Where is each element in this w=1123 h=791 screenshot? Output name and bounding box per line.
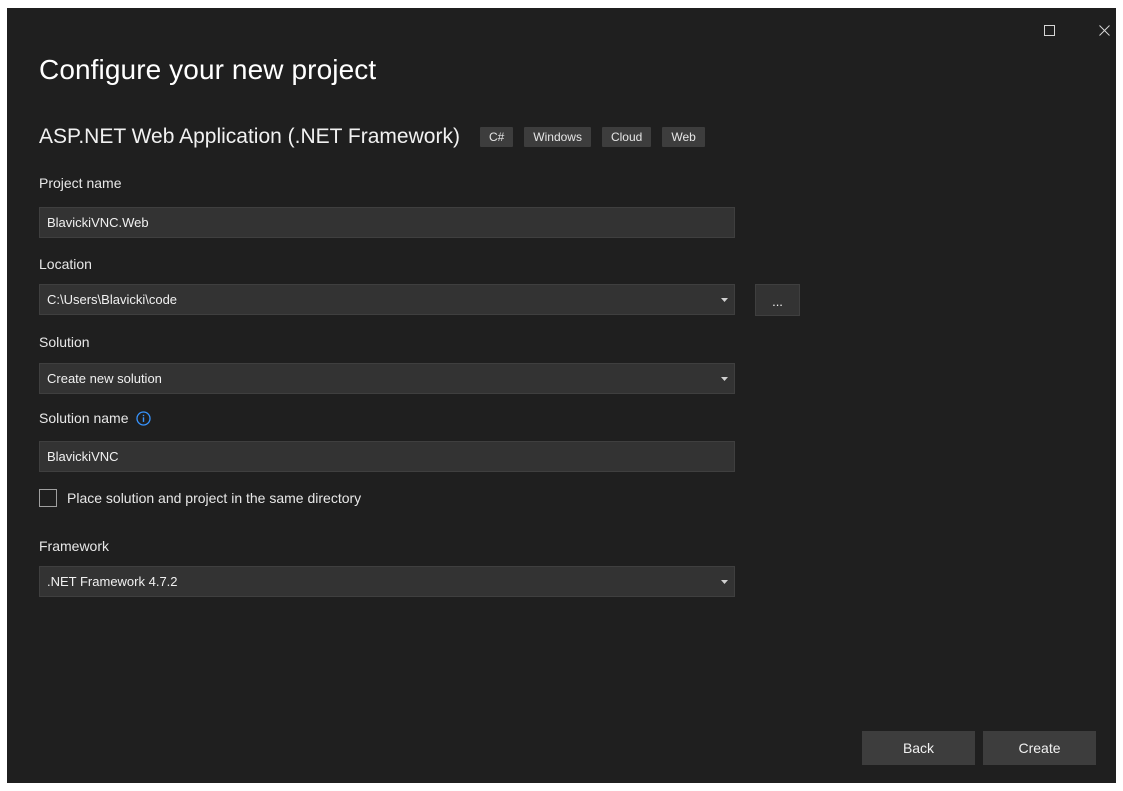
tag-language: C# (479, 127, 514, 147)
solution-name-label: Solution name (39, 410, 129, 426)
location-label: Location (39, 256, 92, 272)
maximize-icon (1043, 24, 1055, 36)
tag-web: Web (662, 127, 705, 147)
create-button[interactable]: Create (983, 731, 1096, 765)
solution-name-value: BlavickiVNC (47, 449, 119, 464)
framework-label: Framework (39, 538, 110, 554)
maximize-button[interactable] (1035, 18, 1063, 42)
project-name-value: BlavickiVNC.Web (47, 215, 149, 230)
chevron-down-icon[interactable] (714, 567, 734, 596)
same-directory-label: Place solution and project in the same d… (67, 490, 362, 506)
template-name: ASP.NET Web Application (.NET Framework) (39, 125, 460, 148)
configure-project-dialog: Configure your new project ASP.NET Web A… (7, 8, 1116, 783)
tag-platform: Windows (524, 127, 591, 147)
location-combobox[interactable]: C:\Users\Blavicki\code (39, 284, 735, 315)
template-header: ASP.NET Web Application (.NET Framework)… (39, 122, 716, 152)
solution-label: Solution (39, 334, 90, 350)
same-directory-checkbox[interactable] (39, 489, 57, 507)
framework-value: .NET Framework 4.7.2 (47, 574, 178, 589)
framework-combobox[interactable]: .NET Framework 4.7.2 (39, 566, 735, 597)
solution-name-label-row: Solution name (39, 410, 151, 426)
project-name-input[interactable]: BlavickiVNC.Web (39, 207, 735, 238)
solution-combobox[interactable]: Create new solution (39, 363, 735, 394)
chevron-down-icon[interactable] (714, 364, 734, 393)
close-button[interactable] (1090, 18, 1118, 42)
solution-name-input[interactable]: BlavickiVNC (39, 441, 735, 472)
close-icon (1098, 24, 1110, 36)
page-title: Configure your new project (39, 54, 377, 85)
back-button[interactable]: Back (862, 731, 975, 765)
solution-value: Create new solution (47, 371, 162, 386)
chevron-down-icon[interactable] (714, 285, 734, 314)
project-name-label: Project name (39, 175, 122, 191)
info-icon[interactable] (135, 410, 151, 426)
location-value: C:\Users\Blavicki\code (47, 292, 178, 307)
browse-location-button[interactable]: ... (755, 284, 800, 316)
same-directory-option[interactable]: Place solution and project in the same d… (39, 489, 361, 507)
tag-cloud: Cloud (601, 127, 652, 147)
